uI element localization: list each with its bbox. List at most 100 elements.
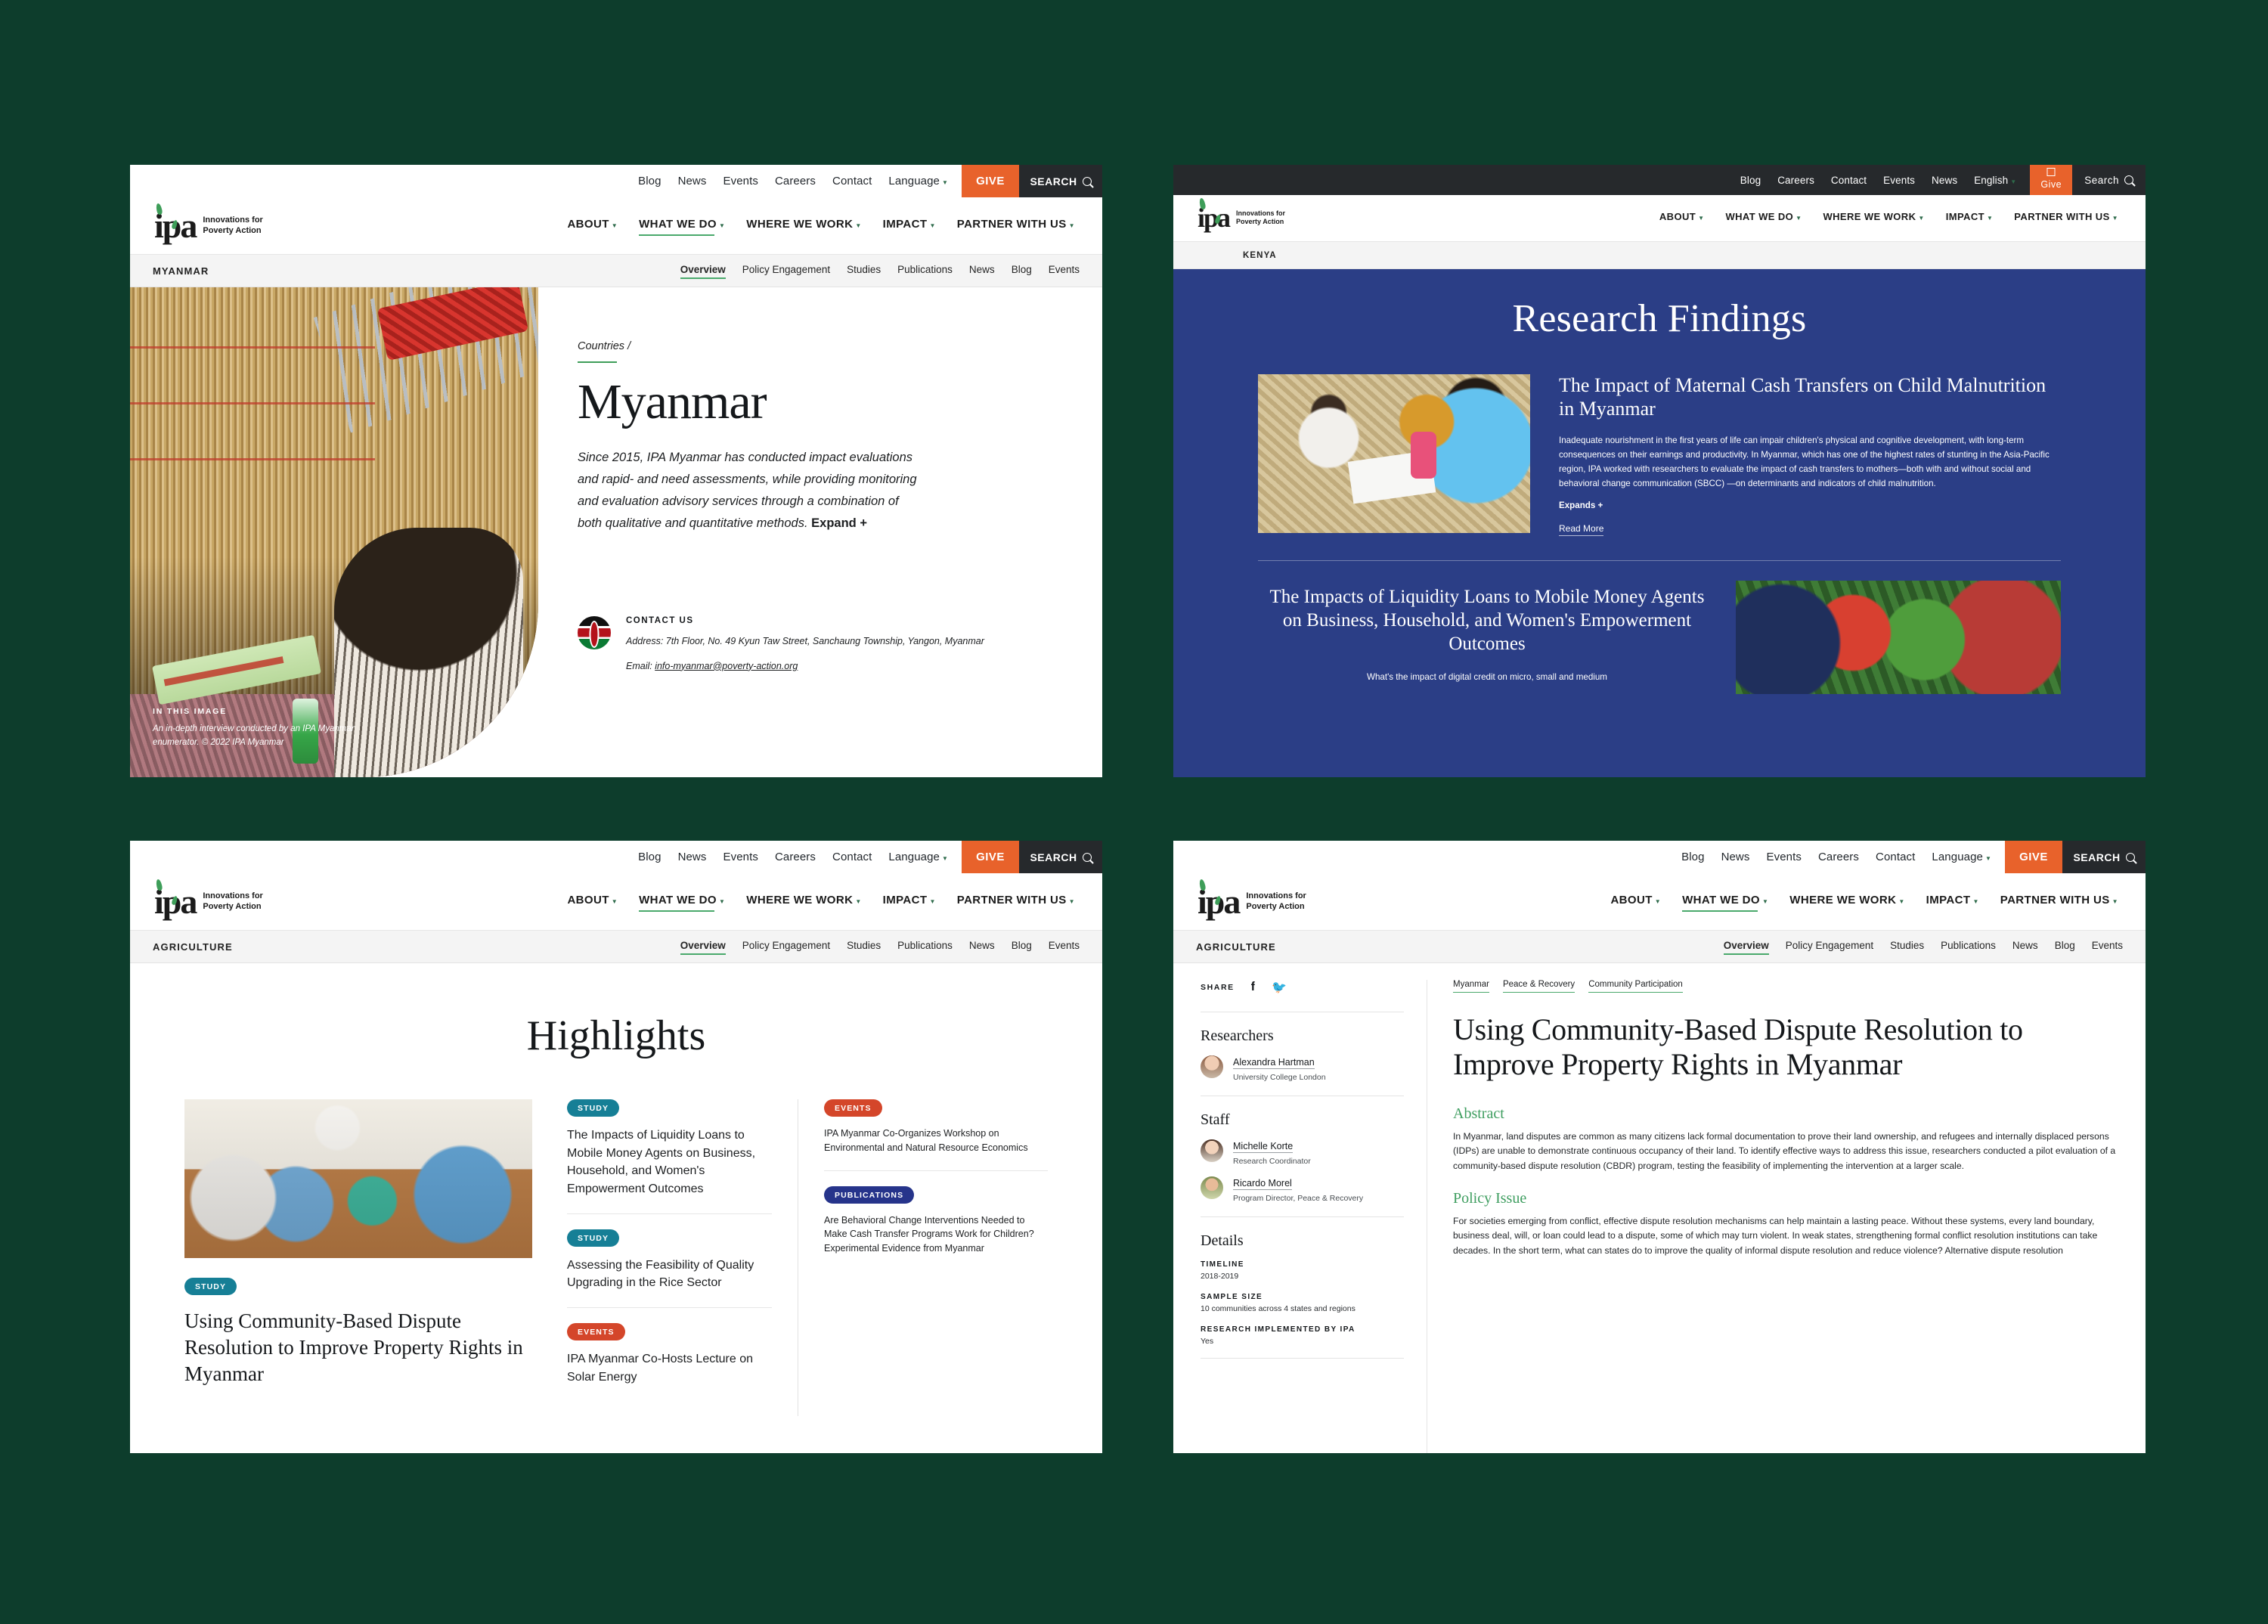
search-button[interactable]: Search [2072,165,2146,195]
detail-value: 2018-2019 [1201,1272,1239,1281]
tab-publications[interactable]: Publications [1941,940,1996,954]
nav-item-where-we-work[interactable]: WHERE WE WORK ▼ [746,894,861,910]
tab-news[interactable]: News [969,264,995,278]
tab-publications[interactable]: Publications [897,264,953,278]
tab-policy-engagement[interactable]: Policy Engagement [1786,940,1873,954]
utility-link-blog[interactable]: Blog [1681,851,1704,863]
give-button[interactable]: GIVE [2005,841,2062,873]
tab-overview[interactable]: Overview [1723,940,1769,955]
utility-link-news[interactable]: News [1932,175,1957,186]
tab-news[interactable]: News [2012,940,2038,954]
ipa-logo[interactable]: ipa Innovations for Poverty Action [153,202,263,243]
utility-link-news[interactable]: News [678,175,707,188]
utility-link-careers[interactable]: Careers [1777,175,1814,186]
utility-bar: Blog News Events Careers Contact Languag… [130,841,1102,873]
tab-blog[interactable]: Blog [2055,940,2075,954]
utility-link-events[interactable]: Events [723,175,758,188]
tab-events[interactable]: Events [1049,264,1080,278]
list-item[interactable]: EVENTS IPA Myanmar Co-Hosts Lecture on S… [567,1323,772,1401]
feature-card[interactable]: STUDY Using Community-Based Dispute Reso… [184,1278,532,1387]
search-button[interactable]: SEARCH [1019,841,1102,873]
utility-link-blog[interactable]: Blog [1740,175,1761,186]
utility-link-news[interactable]: News [678,851,707,863]
tab-studies[interactable]: Studies [1890,940,1924,954]
tab-blog[interactable]: Blog [1012,940,1032,954]
list-item[interactable]: STUDY The Impacts of Liquidity Loans to … [567,1099,772,1214]
nav-item-impact[interactable]: IMPACT ▼ [1926,894,1979,910]
list-item[interactable]: EVENTS IPA Myanmar Co-Organizes Workshop… [824,1099,1048,1171]
utility-link-news[interactable]: News [1721,851,1750,863]
person-name[interactable]: Michelle Korte [1233,1141,1294,1153]
utility-link-language[interactable]: Language ▼ [888,175,948,188]
utility-link-events[interactable]: Events [723,851,758,863]
tab-studies[interactable]: Studies [847,940,881,954]
nav-item-about[interactable]: ABOUT ▼ [1659,211,1705,226]
twitter-icon[interactable]: 🐦 [1272,980,1287,995]
badge-study: STUDY [184,1278,237,1295]
contact-info: CONTACT US Address: 7th Floor, No. 49 Ky… [626,616,984,671]
tab-policy-engagement[interactable]: Policy Engagement [742,264,830,278]
nav-item-what-we-do[interactable]: WHAT WE DO ▼ [639,894,725,912]
nav-item-impact[interactable]: IMPACT ▼ [883,894,936,910]
finding-expand-link[interactable]: Expands + [1559,501,2061,510]
tab-events[interactable]: Events [2092,940,2123,954]
logo-line-2: Poverty Action [1246,901,1305,911]
utility-link-language[interactable]: Language ▼ [1932,851,1991,863]
utility-link-contact[interactable]: Contact [832,851,872,863]
breadcrumb-peace-recovery[interactable]: Peace & Recovery [1502,980,1576,993]
list-item[interactable]: STUDY Assessing the Feasibility of Quali… [567,1229,772,1309]
utility-link-careers[interactable]: Careers [775,851,816,863]
give-button[interactable]: Give [2030,165,2073,195]
nav-item-about[interactable]: ABOUT ▼ [567,218,618,234]
finding-read-more-link[interactable]: Read More [1559,523,1604,537]
contact-email-link[interactable]: info-myanmar@poverty-action.org [655,661,798,671]
utility-link-contact[interactable]: Contact [1831,175,1867,186]
tab-news[interactable]: News [969,940,995,954]
nav-item-impact[interactable]: IMPACT ▼ [883,218,936,234]
tab-blog[interactable]: Blog [1012,264,1032,278]
utility-link-careers[interactable]: Careers [1818,851,1859,863]
utility-link-language[interactable]: Language ▼ [888,851,948,863]
nav-item-where-we-work[interactable]: WHERE WE WORK ▼ [746,218,861,234]
expand-link[interactable]: Expand + [811,516,867,530]
utility-link-blog[interactable]: Blog [638,175,661,188]
tab-overview[interactable]: Overview [680,940,726,955]
utility-link-contact[interactable]: Contact [832,175,872,188]
person-name[interactable]: Alexandra Hartman [1233,1057,1315,1069]
nav-item-impact[interactable]: IMPACT ▼ [1946,211,1994,226]
facebook-icon[interactable]: 𝐟 [1251,981,1256,994]
utility-link-events[interactable]: Events [1766,851,1801,863]
person-name[interactable]: Ricardo Morel [1233,1178,1292,1190]
nav-item-partner-with-us[interactable]: PARTNER WITH US ▼ [957,218,1075,234]
nav-item-where-we-work[interactable]: WHERE WE WORK ▼ [1789,894,1904,910]
utility-link-contact[interactable]: Contact [1876,851,1915,863]
ipa-logo[interactable]: ipa Innovations for Poverty Action [1196,878,1306,919]
tab-studies[interactable]: Studies [847,264,881,278]
give-button[interactable]: GIVE [962,841,1019,873]
give-button[interactable]: GIVE [962,165,1019,197]
tab-policy-engagement[interactable]: Policy Engagement [742,940,830,954]
ipa-logo[interactable]: ipa Innovations for Poverty Action [1196,197,1285,232]
tab-overview[interactable]: Overview [680,264,726,279]
nav-item-about[interactable]: ABOUT ▼ [1610,894,1661,910]
nav-item-what-we-do[interactable]: WHAT WE DO ▼ [1725,211,1802,226]
utility-link-language[interactable]: English ▼ [1974,175,2016,186]
nav-item-what-we-do[interactable]: WHAT WE DO ▼ [639,218,725,236]
search-button[interactable]: SEARCH [1019,165,1102,197]
tab-events[interactable]: Events [1049,940,1080,954]
nav-item-partner-with-us[interactable]: PARTNER WITH US ▼ [2014,211,2118,226]
nav-item-where-we-work[interactable]: WHERE WE WORK ▼ [1823,211,1924,226]
nav-item-partner-with-us[interactable]: PARTNER WITH US ▼ [957,894,1075,910]
utility-link-careers[interactable]: Careers [775,175,816,188]
breadcrumb-community-participation[interactable]: Community Participation [1588,980,1683,993]
search-button[interactable]: SEARCH [2062,841,2146,873]
ipa-logo[interactable]: ipa Innovations for Poverty Action [153,878,263,919]
utility-link-blog[interactable]: Blog [638,851,661,863]
nav-item-what-we-do[interactable]: WHAT WE DO ▼ [1682,894,1768,912]
list-item[interactable]: PUBLICATIONS Are Behavioral Change Inter… [824,1185,1048,1271]
nav-item-about[interactable]: ABOUT ▼ [567,894,618,910]
breadcrumb-myanmar[interactable]: Myanmar [1453,980,1489,993]
tab-publications[interactable]: Publications [897,940,953,954]
nav-item-partner-with-us[interactable]: PARTNER WITH US ▼ [2000,894,2118,910]
utility-link-events[interactable]: Events [1883,175,1915,186]
